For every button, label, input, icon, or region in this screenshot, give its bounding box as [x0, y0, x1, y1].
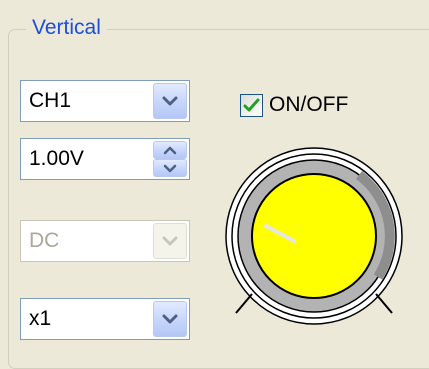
checkbox-box[interactable]	[240, 93, 263, 117]
rotary-knob-icon[interactable]	[214, 146, 414, 336]
volts-div-value: 1.00V	[29, 147, 84, 170]
chevron-down-icon	[162, 96, 178, 106]
channel-select-value: CH1	[29, 89, 72, 112]
coupling-select-value: DC	[29, 229, 60, 252]
onoff-label: ON/OFF	[269, 93, 349, 116]
coupling-dropdown-button[interactable]	[153, 223, 187, 259]
onoff-checkbox[interactable]: ON/OFF	[240, 92, 348, 118]
checkmark-icon	[243, 98, 260, 111]
volts-down-button[interactable]	[153, 159, 187, 177]
chevron-down-icon	[163, 164, 177, 172]
probe-select[interactable]: x1	[20, 298, 190, 340]
probe-select-value: x1	[29, 307, 52, 330]
channel-dropdown-button[interactable]	[153, 83, 187, 119]
channel-select[interactable]: CH1	[20, 80, 190, 122]
chevron-down-icon	[162, 314, 178, 324]
chevron-up-icon	[163, 146, 177, 154]
vertical-group-title: Vertical	[26, 15, 107, 41]
coupling-select[interactable]: DC	[20, 220, 190, 262]
probe-dropdown-button[interactable]	[153, 301, 187, 337]
volts-up-button[interactable]	[153, 141, 187, 159]
volts-div-spinner[interactable]: 1.00V	[20, 138, 190, 180]
chevron-down-icon	[162, 236, 178, 246]
